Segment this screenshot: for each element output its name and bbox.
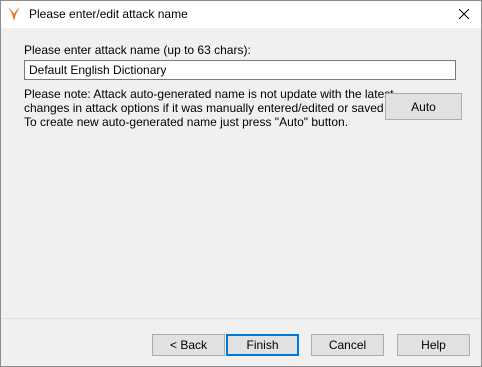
finish-button[interactable]: Finish xyxy=(226,334,299,356)
app-icon xyxy=(7,6,21,22)
cancel-button[interactable]: Cancel xyxy=(311,334,384,356)
attack-name-input[interactable] xyxy=(24,60,456,80)
window-title: Please enter/edit attack name xyxy=(29,7,188,21)
title-bar[interactable]: Please enter/edit attack name xyxy=(1,1,481,28)
close-button[interactable] xyxy=(447,1,481,28)
footer-divider xyxy=(1,318,481,319)
help-button[interactable]: Help xyxy=(397,334,470,356)
auto-button[interactable]: Auto xyxy=(385,93,462,120)
note-line: changes in attack options if it was manu… xyxy=(24,101,417,115)
close-icon xyxy=(458,8,470,22)
dialog-content: Please enter attack name (up to 63 chars… xyxy=(1,28,481,366)
back-button[interactable]: < Back xyxy=(152,334,225,356)
attack-name-label: Please enter attack name (up to 63 chars… xyxy=(24,43,251,57)
note-line: To create new auto-generated name just p… xyxy=(24,115,349,129)
dialog-window: Please enter/edit attack name Please ent… xyxy=(0,0,482,367)
note-line: Please note: Attack auto-generated name … xyxy=(24,87,394,101)
auto-name-note: Please note: Attack auto-generated name … xyxy=(24,87,417,129)
